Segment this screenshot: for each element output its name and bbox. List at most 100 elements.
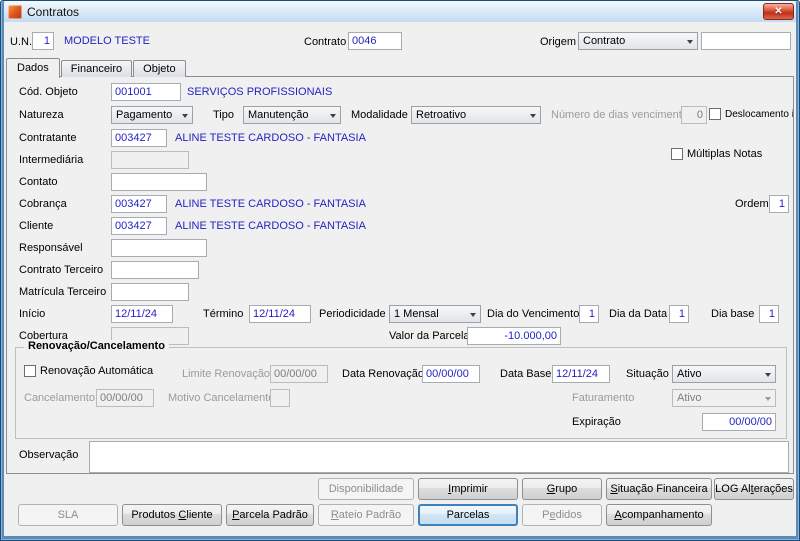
parcela-padrao-button[interactable]: Parcela Padrão <box>226 504 314 526</box>
origem-select-value: Contrato <box>583 35 626 47</box>
un-name-text: MODELO TESTE <box>64 35 150 47</box>
deslocamento-incluso-checkbox[interactable]: Deslocamento incluso <box>709 108 793 120</box>
cod-objeto-input[interactable] <box>111 83 181 101</box>
cod-objeto-desc: SERVIÇOS PROFISSIONAIS <box>187 86 333 98</box>
contrato-terceiro-input[interactable] <box>111 261 199 279</box>
contrato-label: Contrato <box>304 36 347 48</box>
periodicidade-label: Periodicidade <box>319 308 386 320</box>
renovacao-automatica-checkbox[interactable]: Renovação Automática <box>24 365 153 377</box>
produtos-cliente-button[interactable]: Produtos Cliente <box>122 504 222 526</box>
dia-vencimento-label: Dia do Vencimento <box>487 308 580 320</box>
cobranca-desc: ALINE TESTE CARDOSO - FANTASIA <box>175 198 366 210</box>
expiracao-input[interactable] <box>702 413 776 431</box>
un-input[interactable] <box>32 32 54 50</box>
periodicidade-select[interactable]: 1 Mensal <box>389 305 481 323</box>
cliente-desc: ALINE TESTE CARDOSO - FANTASIA <box>175 220 366 232</box>
chevron-down-icon <box>765 372 771 380</box>
inicio-label: Início <box>19 308 46 320</box>
ordem-label: Ordem <box>735 198 769 210</box>
disponibilidade-button: Disponibilidade <box>318 478 414 500</box>
multiplas-notas-label: Múltiplas Notas <box>687 148 763 160</box>
contato-input[interactable] <box>111 173 207 191</box>
natureza-select[interactable]: Pagamento <box>111 106 193 124</box>
motivo-cancelamento-label: Motivo Cancelamento <box>168 392 275 404</box>
chevron-down-icon <box>330 113 336 121</box>
un-label: U.N. <box>10 36 32 48</box>
log-alteracoes-button[interactable]: LOG Alterações <box>714 478 794 500</box>
contratante-label: Contratante <box>19 132 77 144</box>
titlebar[interactable]: Contratos ✕ <box>4 1 796 22</box>
tab-objeto[interactable]: Objeto <box>133 60 186 77</box>
checkbox-box <box>24 365 36 377</box>
tab-dados[interactable]: Dados <box>6 58 60 78</box>
cancelamento-input <box>96 389 154 407</box>
dia-data-input[interactable] <box>669 305 689 323</box>
responsavel-input[interactable] <box>111 239 207 257</box>
data-base-label: Data Base <box>500 368 552 380</box>
modalidade-select[interactable]: Retroativo <box>411 106 541 124</box>
acompanhamento-button[interactable]: Acompanhamento <box>606 504 712 526</box>
imprimir-button[interactable]: Imprimir <box>418 478 518 500</box>
origem-select[interactable]: Contrato <box>578 32 698 50</box>
modalidade-label: Modalidade <box>351 109 408 121</box>
cod-objeto-label: Cód. Objeto <box>19 86 78 98</box>
inicio-input[interactable] <box>111 305 173 323</box>
contratante-desc: ALINE TESTE CARDOSO - FANTASIA <box>175 132 366 144</box>
origem-extra-input[interactable] <box>701 32 791 50</box>
expiracao-label: Expiração <box>572 416 621 428</box>
cobranca-input[interactable] <box>111 195 167 213</box>
tipo-select-value: Manutenção <box>248 109 309 121</box>
ordem-input[interactable] <box>769 195 789 213</box>
contato-label: Contato <box>19 176 58 188</box>
tipo-label: Tipo <box>213 109 234 121</box>
situacao-label: Situação <box>626 368 669 380</box>
app-icon <box>8 4 22 19</box>
contrato-input[interactable] <box>348 32 402 50</box>
contratos-window: Contratos ✕ U.N. MODELO TESTE Contrato O… <box>0 0 800 541</box>
valor-parcela-input[interactable] <box>467 327 561 345</box>
limite-renovacao-label: Limite Renovação <box>182 368 271 380</box>
cliente-input[interactable] <box>111 217 167 235</box>
intermediaria-label: Intermediária <box>19 154 84 166</box>
origem-label: Origem <box>540 36 577 48</box>
data-renovacao-label: Data Renovação <box>342 368 424 380</box>
rateio-padrao-button: Rateio Padrão <box>318 504 414 526</box>
close-button[interactable]: ✕ <box>763 3 794 20</box>
matricula-terceiro-input[interactable] <box>111 283 189 301</box>
intermediaria-input <box>111 151 189 169</box>
matricula-terceiro-label: Matrícula Terceiro <box>19 286 107 298</box>
cancelamento-label: Cancelamento <box>24 392 95 404</box>
tab-bar: Dados Financeiro Objeto <box>6 57 187 78</box>
natureza-select-value: Pagamento <box>116 109 173 121</box>
natureza-label: Natureza <box>19 109 64 121</box>
termino-input[interactable] <box>249 305 311 323</box>
multiplas-notas-checkbox[interactable]: Múltiplas Notas <box>671 148 762 160</box>
checkbox-box <box>709 108 721 120</box>
modalidade-select-value: Retroativo <box>416 109 467 121</box>
grupo-button[interactable]: Grupo <box>522 478 602 500</box>
motivo-cancelamento-input <box>270 389 290 407</box>
pedidos-button: Pedidos <box>522 504 602 526</box>
sla-button: SLA <box>18 504 118 526</box>
window-title: Contratos <box>27 4 80 19</box>
chevron-down-icon <box>687 39 693 47</box>
dia-vencimento-input[interactable] <box>579 305 599 323</box>
faturamento-label: Faturamento <box>572 392 635 404</box>
dia-base-label: Dia base <box>711 308 755 320</box>
faturamento-select: Ativo <box>672 389 776 407</box>
data-base-input[interactable] <box>552 365 610 383</box>
chevron-down-icon <box>765 396 771 404</box>
contratante-input[interactable] <box>111 129 167 147</box>
situacao-select-value: Ativo <box>677 368 702 380</box>
parcelas-button[interactable]: Parcelas <box>418 504 518 526</box>
tipo-select[interactable]: Manutenção <box>243 106 341 124</box>
chevron-down-icon <box>470 312 476 320</box>
dia-base-input[interactable] <box>759 305 779 323</box>
renovacao-automatica-label: Renovação Automática <box>40 365 154 377</box>
data-renovacao-input[interactable] <box>422 365 480 383</box>
situacao-financeira-button[interactable]: Situação Financeira <box>606 478 712 500</box>
chevron-down-icon <box>182 113 188 121</box>
situacao-select[interactable]: Ativo <box>672 365 776 383</box>
observacao-textarea[interactable] <box>89 441 789 473</box>
tab-financeiro[interactable]: Financeiro <box>60 60 133 77</box>
